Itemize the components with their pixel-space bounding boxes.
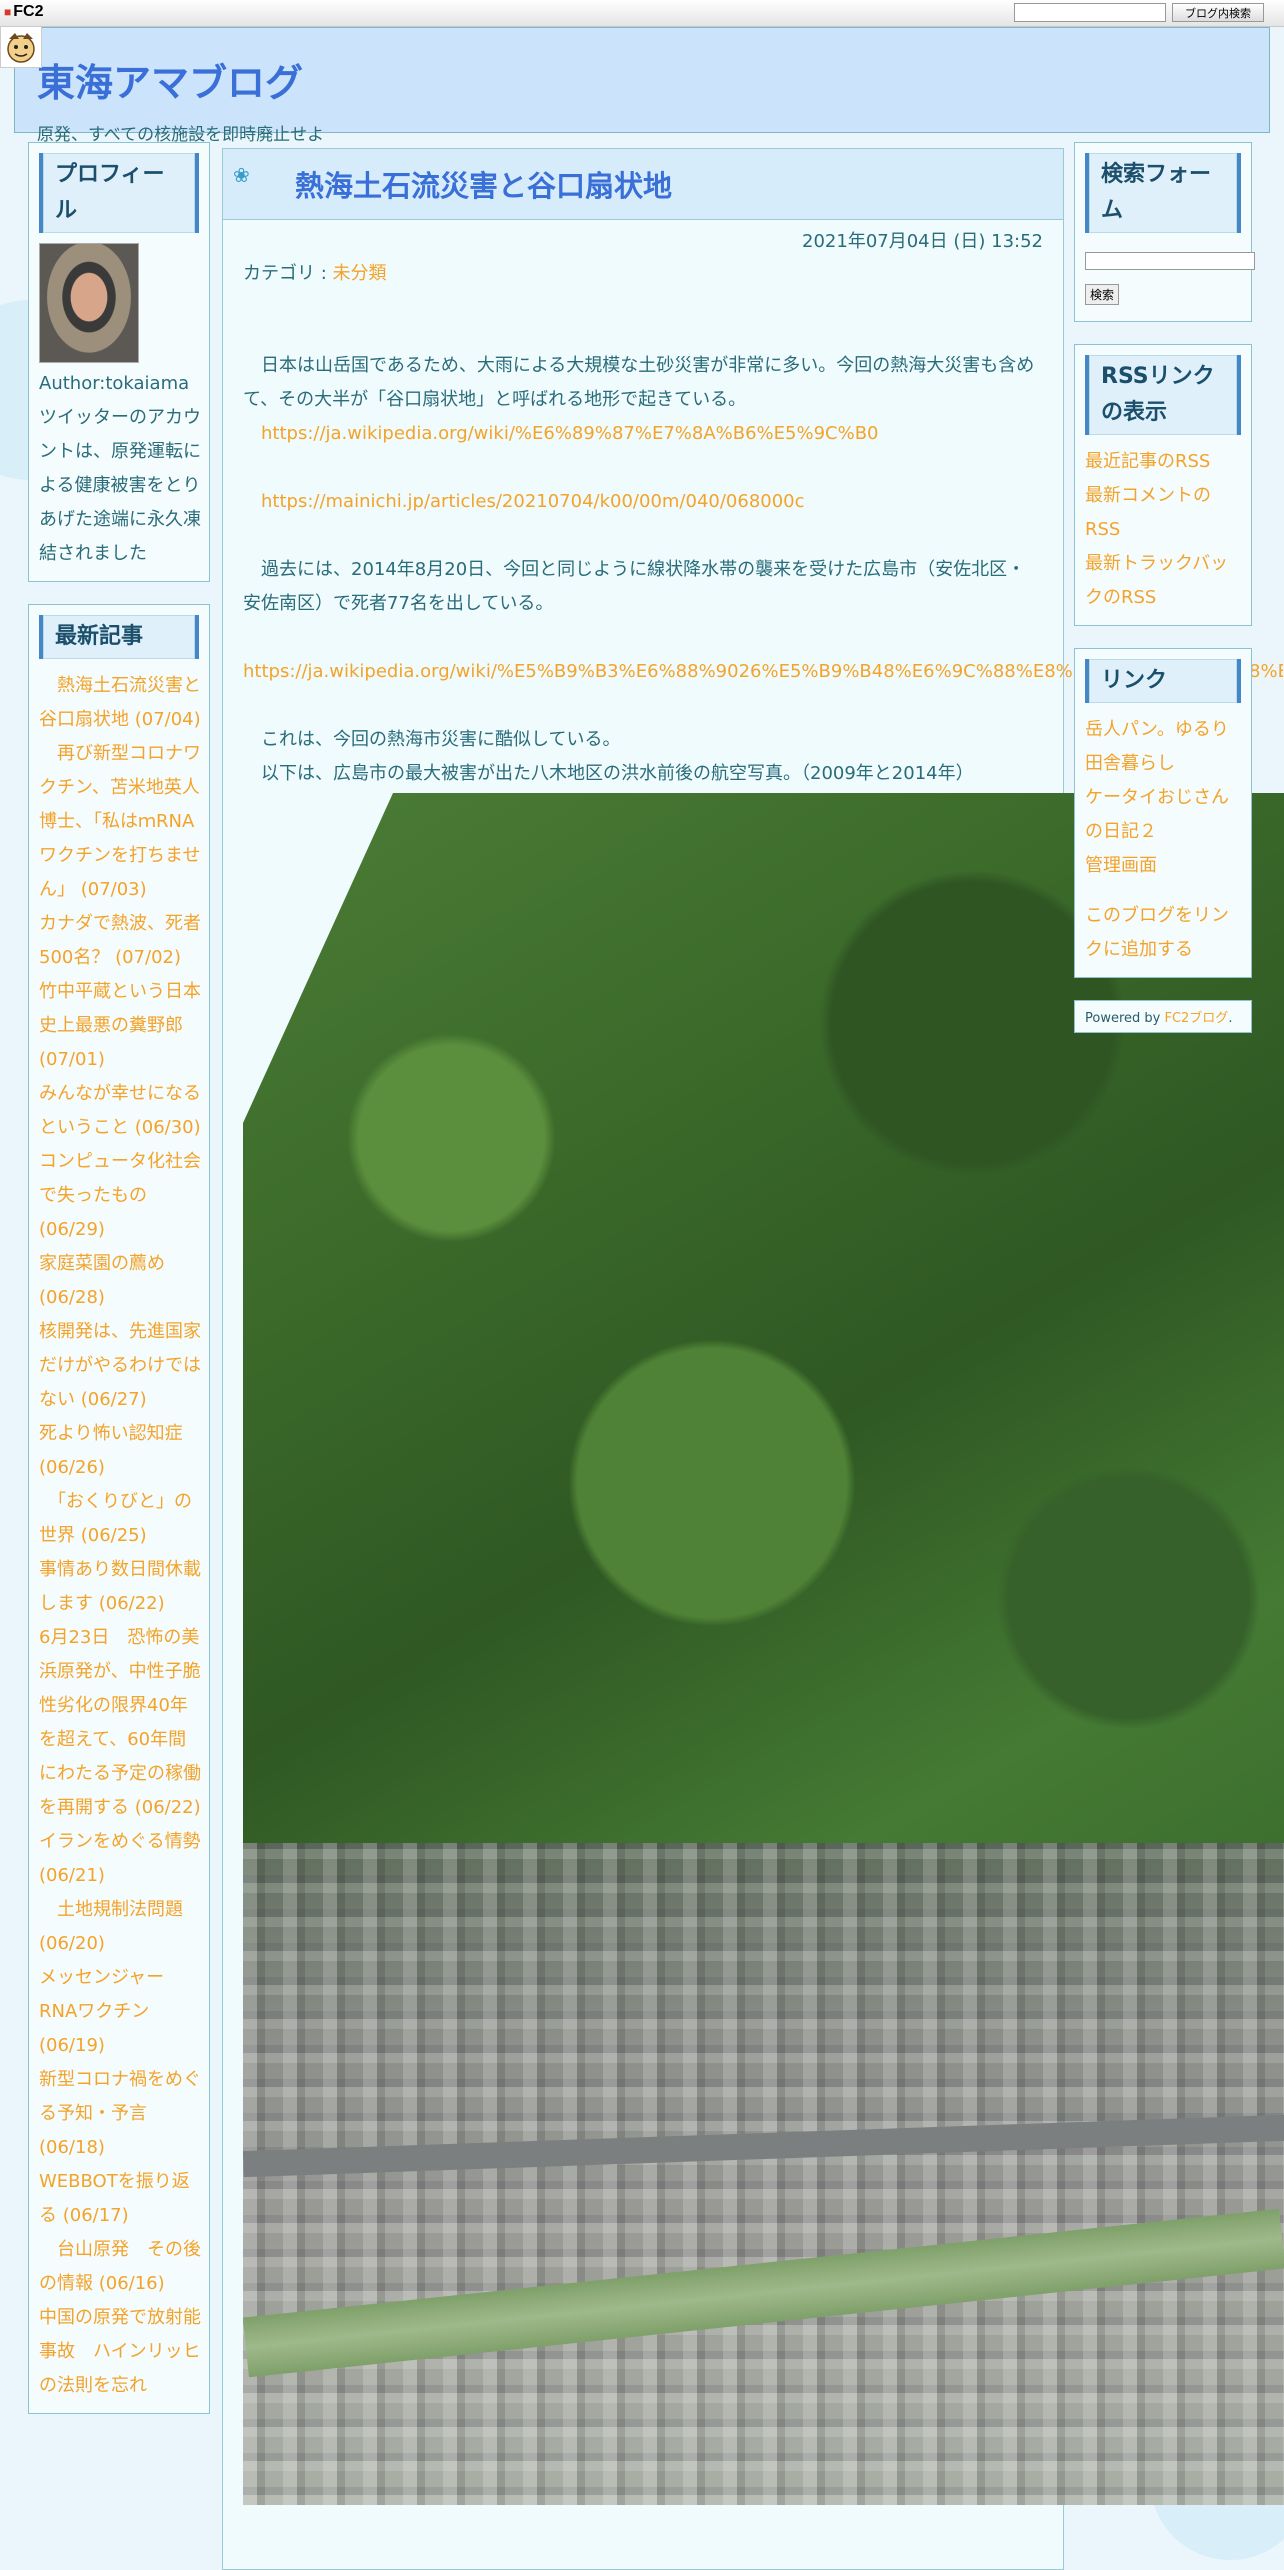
- profile-box: プロフィール Author:tokaiama ツイッターのアカウントは、原発運転…: [28, 142, 210, 582]
- recent-post-link[interactable]: 台山原発 その後の情報 (06/16): [39, 2233, 201, 2301]
- fc2-logo-icon: ■: [4, 5, 12, 19]
- fc2-logo-text: FC2: [13, 3, 44, 20]
- photo-corner: [243, 793, 393, 1123]
- rss-title: RSSリンクの表示: [1085, 355, 1241, 435]
- links-title: リンク: [1085, 659, 1241, 703]
- recent-posts-box: 最新記事 熱海土石流災害と谷口扇状地 (07/04) 再び新型コロナワクチン、苫…: [28, 604, 210, 2414]
- blog-search-button[interactable]: ブログ内検索: [1172, 3, 1264, 22]
- blog-header: 東海アマブログ 原発、すべての核施設を即時廃止せよ: [14, 27, 1270, 145]
- profile-title: プロフィール: [39, 153, 199, 233]
- recent-post-link[interactable]: 中国の原発で放射能事故 ハインリッヒの法則を忘れ: [39, 2301, 201, 2403]
- post-paragraph: 過去には、2014年8月20日、今回と同じように線状降水帯の襲来を受けた広島市（…: [243, 559, 1026, 614]
- fc2-toolbar: ■ FC2 ブログ内検索: [0, 0, 1284, 27]
- search-box-title: 検索フォーム: [1085, 153, 1241, 233]
- recent-post-link[interactable]: 新型コロナ禍をめぐる予知・予言 (06/18): [39, 2063, 201, 2165]
- recent-post-link[interactable]: 再び新型コロナワクチン、苫米地英人博士、「私はｍRNAワクチンを打ちません」 (…: [39, 737, 201, 907]
- profile-avatar: [39, 243, 139, 363]
- recent-post-link[interactable]: 土地規制法問題 (06/20): [39, 1893, 201, 1961]
- recent-posts-title: 最新記事: [39, 615, 199, 659]
- left-sidebar: プロフィール Author:tokaiama ツイッターのアカウントは、原発運転…: [28, 142, 210, 2436]
- town-area: [243, 1843, 1284, 2505]
- mascot-icon[interactable]: [0, 26, 42, 68]
- post-paragraph: 日本は山岳国であるため、大雨による大規模な土砂災害が非常に多い。今回の熱海大災害…: [243, 355, 1035, 410]
- rss-link[interactable]: 最新トラックバックのRSS: [1085, 547, 1243, 615]
- blog-search-input[interactable]: [1014, 3, 1166, 22]
- post-icon: ❀: [233, 163, 250, 187]
- post-link[interactable]: https://mainichi.jp/articles/20210704/k0…: [261, 491, 805, 512]
- recent-post-link[interactable]: コンピュータ化社会で失ったもの (06/29): [39, 1145, 201, 1247]
- post-paragraph: これは、今回の熱海市災害に酷似している。: [243, 729, 621, 750]
- recent-post-link[interactable]: 死より怖い認知症 (06/26): [39, 1417, 201, 1485]
- sidebar-search-button[interactable]: 検索: [1085, 284, 1120, 305]
- rss-link[interactable]: 最近記事のRSS: [1085, 445, 1243, 479]
- recent-post-link[interactable]: 「おくりびと」の世界 (06/25): [39, 1485, 201, 1553]
- recent-post-link[interactable]: カナダで熱波、死者500名？ (07/02): [39, 907, 201, 975]
- powered-by-box: Powered by FC2ブログ.: [1074, 1000, 1252, 1033]
- add-link-button[interactable]: このブログをリンクに追加する: [1085, 899, 1243, 967]
- recent-post-link[interactable]: 核開発は、先進国家だけがやるわけではない (06/27): [39, 1315, 201, 1417]
- recent-post-link[interactable]: 家庭菜園の薦め (06/28): [39, 1247, 201, 1315]
- recent-post-link[interactable]: 6月23日 恐怖の美浜原発が、中性子脆性劣化の限界40年を超えて、60年間にわた…: [39, 1621, 201, 1825]
- post-link[interactable]: https://ja.wikipedia.org/wiki/%E6%89%87%…: [261, 423, 879, 444]
- profile-text: ツイッターのアカウントは、原発運転による健康被害をとりあげた途端に永久凍結されま…: [39, 407, 201, 564]
- search-box: 検索フォーム 検索: [1074, 142, 1255, 322]
- external-link[interactable]: 岳人パン。ゆるり田舎暮らし: [1085, 713, 1243, 781]
- post-paragraph: 以下は、広島市の最大被害が出た八木地区の洪水前後の航空写真。（2009年と201…: [243, 763, 974, 784]
- recent-post-link[interactable]: 事情あり数日間休載します (06/22): [39, 1553, 201, 1621]
- recent-posts-list: 熱海土石流災害と谷口扇状地 (07/04) 再び新型コロナワクチン、苫米地英人博…: [29, 669, 209, 2403]
- right-sidebar: 検索フォーム 検索 RSSリンクの表示 最近記事のRSS 最新コメントのRSS …: [1074, 142, 1255, 1055]
- blog-title[interactable]: 東海アマブログ: [37, 52, 303, 107]
- sidebar-search-input[interactable]: [1085, 252, 1255, 270]
- rss-box: RSSリンクの表示 最近記事のRSS 最新コメントのRSS 最新トラックバックの…: [1074, 344, 1252, 626]
- recent-post-link[interactable]: イランをめぐる情勢 (06/21): [39, 1825, 201, 1893]
- post-date: 2021年07月04日 (日) 13:52: [802, 231, 1043, 252]
- powered-by-suffix: .: [1228, 1011, 1233, 1026]
- category-link[interactable]: 未分類: [333, 263, 387, 284]
- category-label: カテゴリ :: [243, 263, 327, 284]
- links-box: リンク 岳人パン。ゆるり田舎暮らし ケータイおじさんの日記２ 管理画面 このブロ…: [1074, 648, 1252, 978]
- powered-by-text: Powered by: [1085, 1011, 1165, 1026]
- recent-post-link[interactable]: 熱海土石流災害と谷口扇状地 (07/04): [39, 669, 201, 737]
- rss-link[interactable]: 最新コメントのRSS: [1085, 479, 1243, 547]
- recent-post-link[interactable]: WEBBOTを振り返る (06/17): [39, 2165, 201, 2233]
- recent-post-link[interactable]: メッセンジャーRNAワクチン (06/19): [39, 1961, 201, 2063]
- admin-link[interactable]: 管理画面: [1085, 849, 1243, 883]
- post-header: ❀ 熱海土石流災害と谷口扇状地: [223, 149, 1063, 220]
- fc2-blog-link[interactable]: FC2ブログ: [1164, 1011, 1228, 1026]
- recent-post-link[interactable]: 竹中平蔵という日本史上最悪の糞野郎 (07/01): [39, 975, 201, 1077]
- fc2-logo[interactable]: ■ FC2: [4, 3, 43, 21]
- recent-post-link[interactable]: みんなが幸せになるということ (06/30): [39, 1077, 201, 1145]
- main-content: ❀ 熱海土石流災害と谷口扇状地 2021年07月04日 (日) 13:52 カテ…: [222, 148, 1284, 2570]
- profile-author: Author:tokaiama: [39, 373, 190, 394]
- post-category: カテゴリ : 未分類: [243, 259, 387, 285]
- post-title[interactable]: 熱海土石流災害と谷口扇状地: [295, 163, 672, 205]
- external-link[interactable]: ケータイおじさんの日記２: [1085, 781, 1243, 849]
